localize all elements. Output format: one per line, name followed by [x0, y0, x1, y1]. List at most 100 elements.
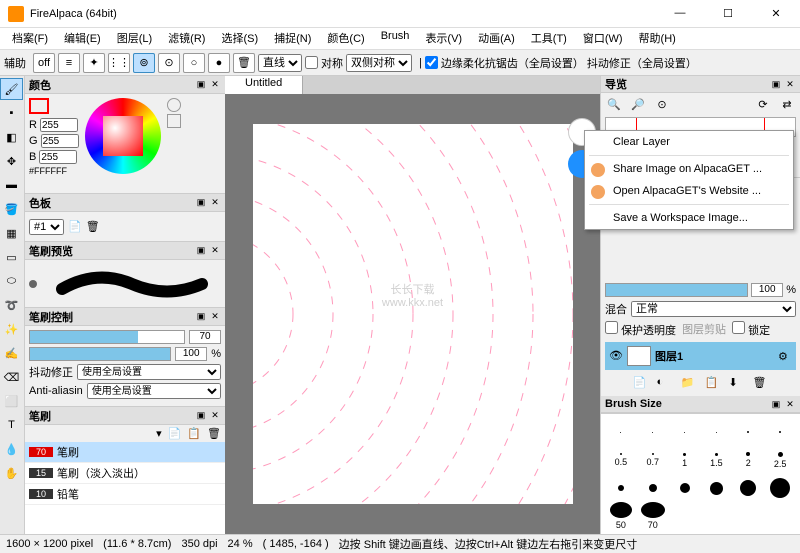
layer-opacity-slider[interactable]	[605, 283, 748, 297]
brush-size-slider[interactable]	[29, 330, 185, 344]
brush-size-value[interactable]: 70	[189, 330, 221, 344]
panel-close-button[interactable]: ✕	[209, 311, 221, 323]
snap-vanish-button[interactable]: ⋮⋮	[108, 53, 130, 73]
panel-float-button[interactable]: ▣	[195, 245, 207, 257]
snap-curve-button[interactable]: ⊙	[158, 53, 180, 73]
brushsize-cell[interactable]: 0.7	[637, 446, 669, 474]
snap-off-button[interactable]: off	[33, 53, 55, 73]
color-wheel[interactable]	[85, 98, 161, 174]
menu-item[interactable]: 动画(A)	[470, 28, 523, 49]
close-button[interactable]: ✕	[760, 7, 792, 20]
brushsize-cell[interactable]: 2.5	[764, 446, 796, 474]
select-ellipse-tool[interactable]: ⬭	[0, 270, 23, 292]
panel-close-button[interactable]: ✕	[209, 197, 221, 209]
panel-float-button[interactable]: ▣	[770, 398, 782, 410]
layer-folder-button[interactable]: 📁	[681, 376, 697, 392]
eyedropper-tool[interactable]: 💧	[0, 438, 23, 460]
eraser-tool[interactable]: ◧	[0, 126, 23, 148]
panel-float-button[interactable]: ▣	[770, 78, 782, 90]
brush-new-button[interactable]: 📄	[168, 427, 182, 440]
palette-delete-button[interactable]: 🗑	[86, 220, 100, 233]
panel-close-button[interactable]: ✕	[784, 78, 796, 90]
document-tab[interactable]: Untitled	[225, 76, 303, 94]
menu-item[interactable]: 表示(V)	[417, 28, 470, 49]
snap-cross-button[interactable]: ✦	[83, 53, 105, 73]
panel-close-button[interactable]: ✕	[209, 410, 221, 422]
brushsize-cell[interactable]	[605, 418, 637, 446]
brushsize-cell[interactable]	[732, 474, 764, 502]
symmetry-type-select[interactable]: 双侧对称	[346, 54, 412, 72]
panel-close-button[interactable]: ✕	[209, 79, 221, 91]
color-g-input[interactable]	[41, 134, 79, 148]
brushsize-cell[interactable]: 0.5	[605, 446, 637, 474]
brush-dup-button[interactable]: 📋	[187, 427, 201, 440]
brushsize-cell[interactable]: 1.5	[701, 446, 733, 474]
move-tool[interactable]: ✥	[0, 150, 23, 172]
maximize-button[interactable]: ☐	[712, 7, 744, 20]
brushsize-cell[interactable]: 1	[669, 446, 701, 474]
snap-radial-button[interactable]: ⊚	[133, 53, 155, 73]
layer-delete-button[interactable]: 🗑	[753, 376, 769, 392]
layer-settings-icon[interactable]: ⚙	[778, 350, 792, 363]
panel-float-button[interactable]: ▣	[195, 197, 207, 209]
snap-ellipse-button[interactable]: ○	[183, 53, 205, 73]
layer-opacity-value[interactable]: 100	[751, 283, 783, 297]
snap-parallel-button[interactable]: ≡	[58, 53, 80, 73]
brushsize-cell[interactable]	[669, 418, 701, 446]
lasso-tool[interactable]: ➰	[0, 294, 23, 316]
brushsize-cell[interactable]	[764, 474, 796, 502]
menu-item[interactable]: 颜色(C)	[319, 28, 372, 49]
layer-mask-button[interactable]: ◐	[657, 376, 673, 392]
hand-tool[interactable]: ✋	[0, 462, 23, 484]
panel-float-button[interactable]: ▣	[195, 311, 207, 323]
layer-dup-button[interactable]: 📋	[705, 376, 721, 392]
shape-tool[interactable]: ⬜	[0, 390, 23, 412]
brushsize-cell[interactable]	[605, 474, 637, 502]
snap-delete-button[interactable]: 🗑	[233, 53, 255, 73]
menu-clear-layer[interactable]: Clear Layer	[585, 131, 793, 153]
layer-item[interactable]: 👁 图层1 ⚙	[605, 342, 796, 370]
jitter-select[interactable]: 使用全局设置	[77, 364, 221, 380]
brushsize-cell[interactable]: 2	[732, 446, 764, 474]
flip-icon[interactable]: ⇄	[778, 95, 796, 113]
layer-visibility-icon[interactable]: 👁	[609, 349, 623, 363]
layer-merge-button[interactable]: ⬇	[729, 376, 745, 392]
zoom-fit-icon[interactable]: ⊙	[653, 95, 671, 113]
magic-wand-tool[interactable]: ✨	[0, 318, 23, 340]
palette-preset-select[interactable]: #1	[29, 219, 64, 235]
aa-select[interactable]: 使用全局设置	[87, 383, 221, 399]
brush-add-button[interactable]: ▾	[156, 427, 162, 440]
dot-tool[interactable]: ▪	[0, 102, 23, 124]
fill-tool[interactable]: ▬	[0, 174, 23, 196]
menu-item[interactable]: 选择(S)	[213, 28, 266, 49]
blend-mode-select[interactable]: 正常	[631, 301, 796, 317]
menu-item[interactable]: 帮助(H)	[631, 28, 684, 49]
brushsize-cell[interactable]	[701, 418, 733, 446]
brush-delete-button[interactable]: 🗑	[207, 427, 221, 440]
minimize-button[interactable]: —	[664, 7, 696, 20]
layer-new-button[interactable]: 📄	[633, 376, 649, 392]
menu-item[interactable]: 档案(F)	[4, 28, 56, 49]
preserve-alpha-checkbox[interactable]	[605, 321, 618, 334]
brush-opacity-value[interactable]: 100	[175, 347, 207, 361]
brushsize-cell[interactable]: 50	[605, 502, 637, 530]
menu-item[interactable]: 捕捉(N)	[266, 28, 319, 49]
bucket-tool[interactable]: 🪣	[0, 198, 23, 220]
color-mode-wheel[interactable]	[167, 98, 181, 112]
zoom-out-icon[interactable]: 🔎	[629, 95, 647, 113]
antialias-checkbox[interactable]	[425, 56, 438, 69]
brush-tool[interactable]: 🖌	[0, 78, 23, 100]
color-b-input[interactable]	[39, 150, 77, 164]
select-erase-tool[interactable]: ⌫	[0, 366, 23, 388]
brush-list-item[interactable]: 10铅笔	[25, 484, 225, 505]
brushsize-cell[interactable]	[637, 418, 669, 446]
menu-item[interactable]: 编辑(E)	[56, 28, 109, 49]
brushsize-cell[interactable]	[669, 474, 701, 502]
menu-item[interactable]: 工具(T)	[523, 28, 575, 49]
text-tool[interactable]: T	[0, 414, 23, 436]
color-mode-bar[interactable]	[167, 114, 181, 128]
canvas[interactable]: 长长下载 www.kkx.net	[253, 124, 573, 504]
menu-item[interactable]: 窗口(W)	[575, 28, 631, 49]
color-r-input[interactable]	[40, 118, 78, 132]
panel-float-button[interactable]: ▣	[195, 79, 207, 91]
